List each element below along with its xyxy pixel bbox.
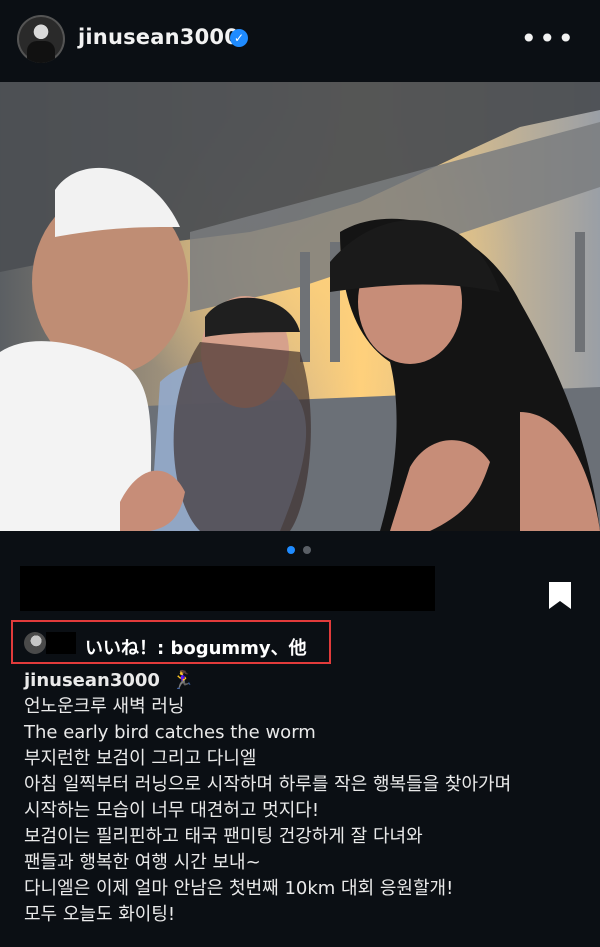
profile-avatar[interactable]	[17, 15, 65, 63]
likes-summary[interactable]: いいね！: bogummy、他	[11, 620, 331, 664]
redacted-action-bar	[20, 566, 435, 611]
likes-text[interactable]: いいね！: bogummy、他	[85, 634, 307, 660]
running-emoji: 🏃‍♀️	[171, 670, 195, 691]
caption-line: 다니엘은 이제 얼마 안남은 첫번째 10km 대회 응원할개!	[24, 878, 454, 899]
post-username[interactable]: jinusean3000	[78, 25, 239, 49]
caption-line: The early bird catches the worm	[24, 722, 316, 743]
verified-badge-icon: ✓	[230, 29, 248, 47]
caption-line: 시작하는 모습이 너무 대견허고 멋지다!	[24, 800, 320, 821]
caption-username[interactable]: jinusean3000	[24, 670, 160, 691]
caption-line: 모두 오늘도 화이팅!	[24, 904, 176, 925]
bookmark-icon[interactable]	[547, 580, 573, 611]
caption-line: 팬들과 행복한 여행 시간 보내~	[24, 852, 261, 873]
more-options-icon[interactable]: •••	[520, 22, 576, 55]
caption-header: jinusean3000 🏃‍♀️	[24, 668, 584, 694]
caption-line: 부지런한 보검이 그리고 다니엘	[24, 748, 257, 769]
post-photo-image	[0, 82, 600, 531]
carousel-pager	[0, 546, 600, 556]
pager-dot-inactive[interactable]	[303, 546, 311, 554]
caption-line: 보검이는 필리핀하고 태국 팬미팅 건강하게 잘 다녀와	[24, 826, 423, 847]
caption-line: 아침 일찍부터 러닝으로 시작하며 하루를 작은 행복들을 찾아가며	[24, 774, 512, 795]
liker-avatar[interactable]	[24, 632, 46, 654]
pager-dot-active[interactable]	[287, 546, 295, 554]
post-header: jinusean3000 ✓ •••	[0, 0, 600, 80]
redacted-liker-name	[46, 632, 76, 654]
caption-line: 언노운크루 새벽 러닝	[24, 696, 185, 717]
post-photo[interactable]	[0, 82, 600, 531]
post-caption: jinusean3000 🏃‍♀️ 언노운크루 새벽 러닝 The early …	[24, 668, 584, 928]
